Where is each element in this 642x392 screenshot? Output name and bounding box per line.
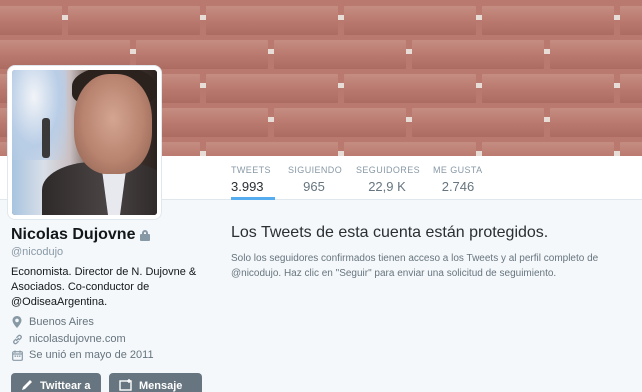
protected-title: Los Tweets de esta cuenta están protegid… <box>231 224 549 241</box>
tweet-to-label: Twittear a <box>40 380 91 392</box>
stat-likes-label: ME GUSTA <box>433 165 483 175</box>
stat-tweets[interactable]: TWEETS 3.993 <box>231 156 275 200</box>
profile-bio: Economista. Director de N. Dujovne & Aso… <box>11 266 197 308</box>
message-label: Mensaje <box>139 380 183 392</box>
link-icon <box>11 333 23 345</box>
message-icon <box>119 378 133 392</box>
protected-text: Solo los seguidores confirmados tienen a… <box>231 253 599 279</box>
stat-followers[interactable]: SEGUIDORES 22,9 K <box>356 156 421 200</box>
profile-name: Nicolas Dujovne <box>11 226 136 243</box>
stat-following-value: 965 <box>303 179 325 194</box>
stat-followers-value: 22,9 K <box>368 179 406 194</box>
profile-handle[interactable]: @nicodujo <box>11 246 63 258</box>
calendar-icon <box>11 349 23 361</box>
website-link[interactable]: nicolasdujovne.com <box>29 333 126 345</box>
stat-following[interactable]: SIGUIENDO 965 <box>288 156 343 200</box>
stat-likes[interactable]: ME GUSTA 2.746 <box>433 156 483 200</box>
profile-website: nicolasdujovne.com <box>11 333 126 345</box>
tweet-to-button[interactable]: Twittear a <box>11 373 101 392</box>
profile-name-row: Nicolas Dujovne <box>11 226 151 244</box>
lock-icon <box>140 230 151 241</box>
profile-joined: Se unió en mayo de 2011 <box>11 349 154 361</box>
stat-tweets-label: TWEETS <box>231 165 271 175</box>
message-button[interactable]: Mensaje <box>109 373 202 392</box>
location-text: Buenos Aires <box>29 316 94 328</box>
joined-text: Se unió en mayo de 2011 <box>29 349 154 361</box>
stat-tweets-value: 3.993 <box>231 179 264 194</box>
stat-likes-value: 2.746 <box>441 179 475 194</box>
stat-followers-label: SEGUIDORES <box>356 165 421 175</box>
profile-location: Buenos Aires <box>11 316 94 328</box>
avatar[interactable] <box>8 66 161 219</box>
compose-icon <box>21 379 34 392</box>
location-pin-icon <box>11 316 23 328</box>
stat-following-label: SIGUIENDO <box>288 165 343 175</box>
